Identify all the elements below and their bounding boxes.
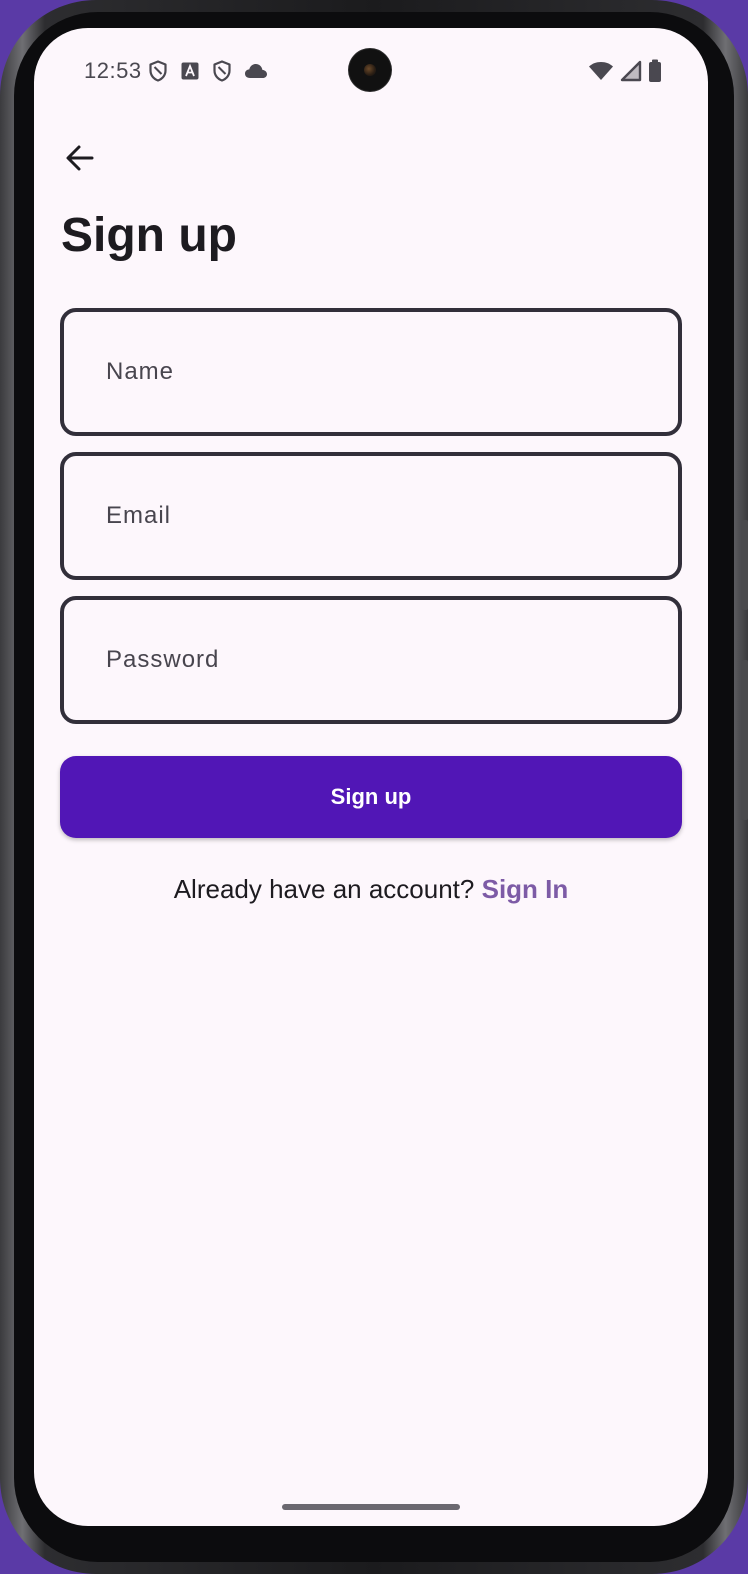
status-time: 12:53	[84, 58, 142, 83]
shield-icon	[148, 60, 168, 87]
name-field[interactable]	[60, 308, 682, 436]
system-icons	[588, 59, 662, 88]
notification-icons	[148, 60, 268, 87]
battery-icon	[648, 59, 662, 88]
cloud-icon	[244, 62, 268, 85]
home-indicator[interactable]	[282, 1504, 460, 1510]
phone-frame: 12:53 Sign up Name Email Sign up Already…	[0, 0, 748, 1574]
app-screen: 12:53 Sign up Name Email Sign up Already…	[34, 28, 708, 1526]
back-button[interactable]	[56, 136, 104, 184]
volume-button	[742, 520, 748, 610]
wifi-icon	[588, 60, 614, 87]
shield-icon	[212, 60, 232, 87]
page-title: Sign up	[61, 209, 237, 262]
arrow-back-icon	[64, 142, 96, 179]
sign-in-prompt-text: Already have an account?	[173, 874, 475, 904]
sign-up-button[interactable]: Sign up	[60, 756, 682, 838]
cellular-signal-icon	[620, 60, 642, 87]
email-field[interactable]	[60, 452, 682, 580]
a-badge-icon	[180, 61, 200, 86]
front-camera	[349, 49, 391, 91]
sign-in-link[interactable]: Sign In	[482, 874, 569, 904]
sign-in-prompt-row: Already have an account? Sign In	[34, 874, 708, 905]
status-bar: 12:53	[34, 28, 708, 114]
power-button	[742, 660, 748, 820]
password-field[interactable]	[60, 596, 682, 724]
